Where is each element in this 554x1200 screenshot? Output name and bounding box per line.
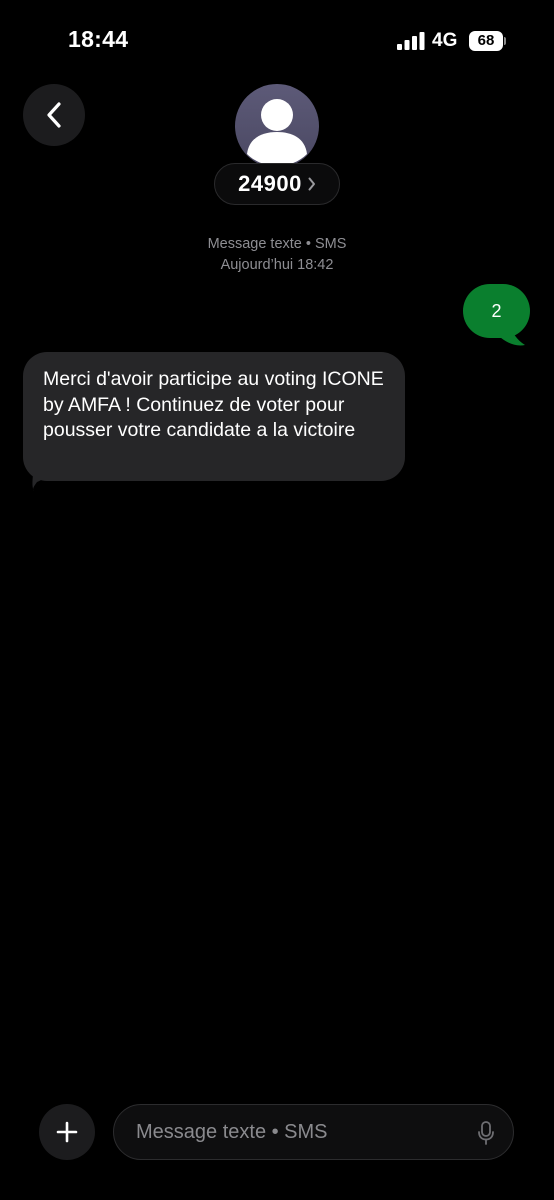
plus-icon: [56, 1121, 78, 1143]
back-button[interactable]: [23, 84, 85, 146]
battery-icon: 68: [469, 31, 506, 51]
message-timestamp: Aujourd’hui 18:42: [220, 257, 334, 273]
battery-tip: [504, 37, 506, 45]
contact-avatar[interactable]: [235, 84, 319, 168]
cellular-signal-icon: [397, 32, 425, 50]
battery-level: 68: [469, 31, 503, 51]
person-icon: [247, 99, 307, 166]
microphone-icon[interactable]: [477, 1121, 495, 1145]
message-input[interactable]: Message texte • SMS: [113, 1104, 514, 1160]
message-type-label: Message texte • SMS: [207, 236, 347, 252]
chevron-left-icon: [47, 102, 61, 128]
received-message-text: Merci d'avoir participe au voting ICONE …: [43, 368, 384, 441]
sent-message-bubble[interactable]: 2: [463, 284, 530, 338]
network-type-label: 4G: [432, 30, 458, 51]
add-attachment-button[interactable]: [39, 1104, 95, 1160]
chevron-right-icon: [308, 177, 315, 191]
status-time: 18:44: [68, 26, 129, 52]
contact-name: 24900: [238, 171, 302, 196]
contact-name-button[interactable]: 24900: [214, 163, 340, 205]
sent-message-text: 2: [491, 300, 502, 321]
received-message-bubble[interactable]: Merci d'avoir participe au voting ICONE …: [23, 352, 405, 481]
message-input-placeholder: Message texte • SMS: [136, 1120, 328, 1143]
